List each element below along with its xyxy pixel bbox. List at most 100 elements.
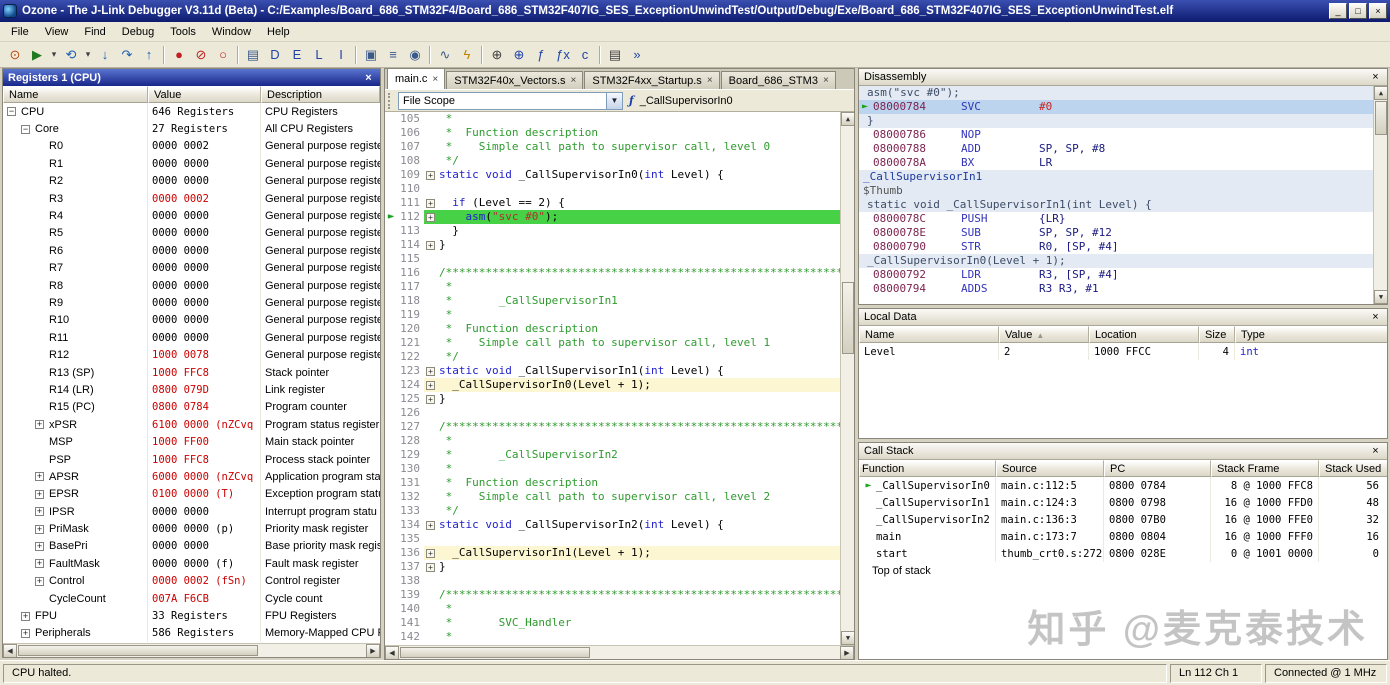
register-row[interactable]: R70000 0000General purpose registe: [3, 260, 380, 277]
start-options-dropdown[interactable]: ▾: [48, 44, 60, 66]
scroll-up-icon[interactable]: ▲: [841, 112, 854, 126]
column-header-description[interactable]: Description: [261, 86, 380, 103]
expand-box-icon[interactable]: +: [426, 521, 435, 530]
close-icon[interactable]: ×: [1369, 311, 1382, 323]
line-number[interactable]: 115: [397, 252, 424, 266]
line-number[interactable]: 118: [397, 294, 424, 308]
register-row[interactable]: R40000 0000General purpose registe: [3, 207, 380, 224]
line-number[interactable]: 123: [397, 364, 424, 378]
column-header-name[interactable]: Name: [859, 326, 999, 343]
code-line[interactable]: 120 * Function description: [385, 322, 854, 336]
code-line[interactable]: 113 }: [385, 224, 854, 238]
local-data-panel-title[interactable]: Local Data ×: [859, 309, 1387, 326]
register-row[interactable]: −CPU646 RegistersCPU Registers: [3, 103, 380, 120]
disassembly-source-row[interactable]: asm("svc #0");: [859, 86, 1387, 100]
call-stack-frame-row[interactable]: ►_CallSupervisorIn0main.c:112:50800 0784…: [859, 477, 1387, 494]
disassembly-sublabel-row[interactable]: $Thumb: [859, 184, 1387, 198]
code-line[interactable]: 109+static void _CallSupervisorIn0(int L…: [385, 168, 854, 182]
code-area[interactable]: 105 *106 * Function description107 * Sim…: [385, 112, 854, 645]
line-number[interactable]: 121: [397, 336, 424, 350]
line-number[interactable]: 125: [397, 392, 424, 406]
disassembly-source-row[interactable]: _CallSupervisorIn0(Level + 1);: [859, 254, 1387, 268]
watch-window-button[interactable]: ◉: [404, 44, 426, 66]
console-view-button[interactable]: ≡: [382, 44, 404, 66]
memory-view-button[interactable]: E: [286, 44, 308, 66]
column-header-pc[interactable]: PC: [1104, 460, 1211, 477]
line-number[interactable]: 136: [397, 546, 424, 560]
code-line[interactable]: 123+static void _CallSupervisorIn1(int L…: [385, 364, 854, 378]
line-number[interactable]: 132: [397, 490, 424, 504]
code-line[interactable]: 118 * _CallSupervisorIn1: [385, 294, 854, 308]
code-line[interactable]: 115: [385, 252, 854, 266]
scroll-thumb[interactable]: [400, 647, 590, 658]
code-line[interactable]: 138: [385, 574, 854, 588]
code-line[interactable]: 139/************************************…: [385, 588, 854, 602]
scroll-up-icon[interactable]: ▲: [1374, 86, 1387, 100]
editor-vscrollbar[interactable]: ▲ ▼: [840, 112, 854, 645]
terminal-view-button[interactable]: ▣: [360, 44, 382, 66]
register-row[interactable]: +Peripherals586 RegistersMemory-Mapped C…: [3, 625, 380, 642]
column-header-name[interactable]: Name: [3, 86, 148, 103]
tab-STM32F40x_Vectors.s[interactable]: STM32F40x_Vectors.s×: [446, 71, 583, 89]
disassembly-instruction-row[interactable]: 0800078CPUSH{LR}: [859, 212, 1387, 226]
tab-STM32F4xx_Startup.s[interactable]: STM32F4xx_Startup.s×: [584, 71, 719, 89]
expand-box-icon[interactable]: +: [426, 213, 435, 222]
scroll-right-icon[interactable]: ▶: [366, 644, 380, 658]
expand-box-icon[interactable]: +: [426, 563, 435, 572]
disassembly-instruction-row[interactable]: 08000790STRR0, [SP, #4]: [859, 240, 1387, 254]
column-header-location[interactable]: Location: [1089, 326, 1199, 343]
register-row[interactable]: R110000 0000General purpose registe: [3, 329, 380, 346]
code-line[interactable]: 142 *: [385, 630, 854, 644]
disassembly-view-button[interactable]: D: [264, 44, 286, 66]
local-data-view-button[interactable]: L: [308, 44, 330, 66]
code-line[interactable]: 111+ if (Level == 2) {: [385, 196, 854, 210]
scroll-down-icon[interactable]: ▼: [1374, 290, 1387, 304]
menu-debug[interactable]: Debug: [114, 23, 162, 41]
expand-box-icon[interactable]: +: [426, 171, 435, 180]
code-line[interactable]: 117 *: [385, 280, 854, 294]
find-button[interactable]: ⊕: [486, 44, 508, 66]
disassembly-instruction-row[interactable]: 0800078ESUBSP, SP, #12: [859, 226, 1387, 240]
code-line[interactable]: 140 *: [385, 602, 854, 616]
function-list-button[interactable]: ƒ: [530, 44, 552, 66]
line-number[interactable]: 124: [397, 378, 424, 392]
close-icon[interactable]: ×: [432, 74, 438, 85]
call-stack-frame-row[interactable]: _CallSupervisorIn1main.c:124:30800 07981…: [859, 494, 1387, 511]
minimize-button[interactable]: _: [1329, 3, 1347, 19]
disassembly-source-row[interactable]: static void _CallSupervisorIn1(int Level…: [859, 198, 1387, 212]
register-row[interactable]: +Control0000 0002 (fSn)Control register: [3, 573, 380, 590]
code-line[interactable]: 124+ _CallSupervisorIn0(Level + 1);: [385, 378, 854, 392]
register-row[interactable]: −Core27 RegistersAll CPU Registers: [3, 120, 380, 137]
power-graph-button[interactable]: ϟ: [456, 44, 478, 66]
menu-help[interactable]: Help: [259, 23, 298, 41]
register-row[interactable]: +IPSR0000 0000Interrupt program statu: [3, 503, 380, 520]
code-line[interactable]: 108 */: [385, 154, 854, 168]
disassembly-instruction-row[interactable]: 08000786NOP: [859, 128, 1387, 142]
line-number[interactable]: 133: [397, 504, 424, 518]
code-line[interactable]: 132 * Simple call path to supervisor cal…: [385, 490, 854, 504]
register-row[interactable]: +PriMask0000 0000 (p)Priority mask regis…: [3, 520, 380, 537]
fx-expression-button[interactable]: ƒx: [552, 44, 574, 66]
title-bar[interactable]: Ozone - The J-Link Debugger V3.11d (Beta…: [0, 0, 1390, 22]
line-number[interactable]: 131: [397, 476, 424, 490]
find-in-files-button[interactable]: ⊕: [508, 44, 530, 66]
close-icon[interactable]: ×: [1369, 71, 1382, 83]
line-number[interactable]: 127: [397, 420, 424, 434]
line-number[interactable]: 109: [397, 168, 424, 182]
menu-view[interactable]: View: [37, 23, 77, 41]
close-icon[interactable]: ×: [823, 75, 829, 86]
line-number[interactable]: 119: [397, 308, 424, 322]
line-number[interactable]: 112: [397, 210, 424, 224]
scroll-down-icon[interactable]: ▼: [841, 631, 854, 645]
code-line[interactable]: 110: [385, 182, 854, 196]
instruction-trace-view-button[interactable]: I: [330, 44, 352, 66]
column-header-function[interactable]: Function: [859, 460, 996, 477]
line-number[interactable]: 134: [397, 518, 424, 532]
line-number[interactable]: 126: [397, 406, 424, 420]
register-row[interactable]: +xPSR6100 0000 (nZCvqProgram status regi…: [3, 416, 380, 433]
column-header-source[interactable]: Source: [996, 460, 1104, 477]
column-header-stack-used[interactable]: Stack Used: [1319, 460, 1387, 477]
expand-icon[interactable]: +: [35, 490, 44, 499]
column-header-size[interactable]: Size: [1199, 326, 1235, 343]
column-header-type[interactable]: Type: [1235, 326, 1387, 343]
